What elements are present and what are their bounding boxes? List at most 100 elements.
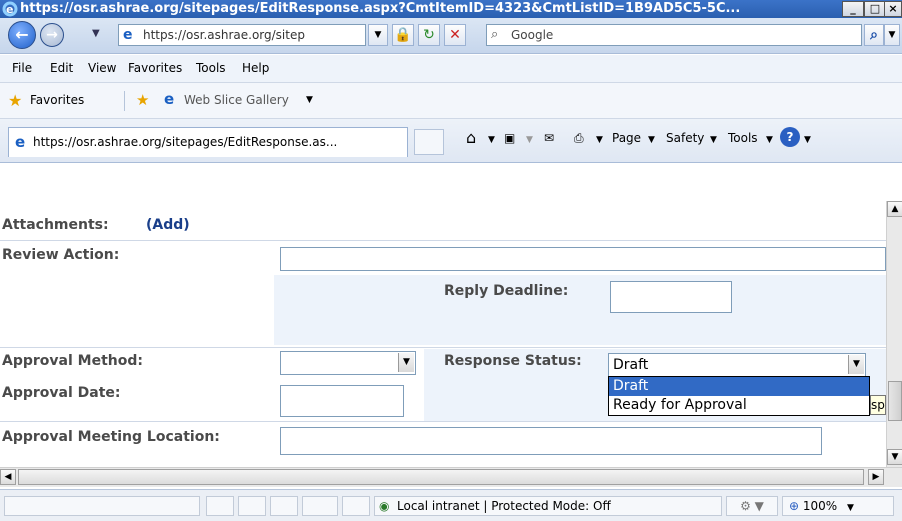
menu-favorites[interactable]: Favorites	[128, 61, 182, 75]
close-button[interactable]: ×	[884, 1, 902, 17]
page-icon: e	[123, 27, 133, 43]
tab-page-icon: e	[15, 133, 26, 151]
url-field[interactable]: e https://osr.ashrae.org/sitep	[118, 24, 366, 46]
minimize-button[interactable]: _	[842, 1, 864, 17]
search-input[interactable]: ⌕ Google	[486, 24, 862, 46]
status-cell	[4, 496, 200, 516]
menu-bar: File Edit View Favorites Tools Help	[0, 55, 902, 83]
page-menu[interactable]: Page	[612, 131, 641, 145]
status-cell	[238, 496, 266, 516]
horizontal-scrollbar[interactable]: ◀ ▶	[0, 467, 902, 487]
title-bar: e https://osr.ashrae.org/sitepages/EditR…	[0, 0, 902, 18]
home-icon[interactable]: ⌂	[466, 128, 476, 147]
add-attachment-link[interactable]: (Add)	[146, 217, 190, 233]
search-options-icon[interactable]: ▼	[884, 24, 900, 46]
web-slice-dropdown-icon[interactable]: ▼	[306, 95, 313, 105]
status-cell	[206, 496, 234, 516]
page-content: Attachments: (Add) Review Action: Reply …	[0, 163, 886, 467]
scroll-up-icon[interactable]: ▲	[887, 201, 902, 217]
option-draft[interactable]: Draft	[609, 377, 869, 396]
tools-dropdown-icon: ▼	[766, 135, 773, 145]
safety-dropdown-icon: ▼	[710, 135, 717, 145]
lock-icon[interactable]: 🔒	[392, 24, 414, 46]
security-zone[interactable]: ◉ Local intranet | Protected Mode: Off	[374, 496, 722, 516]
status-cell	[270, 496, 298, 516]
menu-tools[interactable]: Tools	[196, 61, 226, 75]
favorites-bar: ★ Favorites ★ e Web Slice Gallery ▼	[0, 83, 902, 119]
scroll-left-icon[interactable]: ◀	[0, 469, 16, 485]
intranet-icon: ◉	[379, 499, 390, 513]
reply-deadline-input[interactable]	[610, 281, 732, 313]
approval-meeting-location-label: Approval Meeting Location:	[2, 429, 220, 445]
help-icon[interactable]: ?	[780, 127, 800, 147]
approval-date-label: Approval Date:	[2, 385, 121, 401]
review-action-input[interactable]	[280, 247, 886, 271]
tools-menu[interactable]: Tools	[728, 131, 758, 145]
search-provider-icon: ⌕	[491, 27, 499, 42]
refresh-icon[interactable]: ↻	[418, 24, 440, 46]
scroll-down-icon[interactable]: ▼	[887, 449, 902, 465]
web-slice-gallery-link[interactable]: Web Slice Gallery	[184, 93, 289, 107]
safety-menu[interactable]: Safety	[666, 131, 704, 145]
url-dropdown-icon[interactable]: ▼	[368, 24, 388, 46]
print-icon[interactable]: ⎙	[574, 131, 584, 146]
protection-icon[interactable]: ⚙ ▼	[726, 496, 778, 516]
row-divider	[0, 240, 886, 241]
tooltip: spon	[870, 395, 886, 415]
stop-icon[interactable]: ✕	[444, 24, 466, 46]
status-bar: ◉ Local intranet | Protected Mode: Off ⚙…	[0, 489, 902, 521]
favorites-star-icon: ★	[8, 91, 23, 110]
forward-button[interactable]: →	[40, 23, 64, 47]
history-dropdown-icon[interactable]: ▼	[92, 28, 100, 39]
vertical-scroll-thumb[interactable]	[888, 381, 902, 421]
back-button[interactable]: ←	[8, 21, 36, 49]
page-dropdown-icon: ▼	[648, 135, 655, 145]
row-divider	[0, 421, 886, 422]
response-status-label: Response Status:	[444, 353, 582, 369]
help-dropdown-icon[interactable]: ▼	[804, 135, 811, 145]
deadline-section	[274, 275, 886, 345]
approval-method-label: Approval Method:	[2, 353, 143, 369]
approval-meeting-location-input[interactable]	[280, 427, 822, 455]
attachments-label: Attachments:	[2, 217, 109, 233]
approval-method-dropdown-icon[interactable]: ▼	[398, 353, 414, 372]
search-icon[interactable]: ⌕	[864, 24, 884, 46]
zoom-dropdown-icon[interactable]: ▼	[847, 503, 854, 513]
command-bar: e https://osr.ashrae.org/sitepages/EditR…	[0, 119, 902, 163]
option-ready-for-approval[interactable]: Ready for Approval	[609, 396, 869, 415]
new-tab-button[interactable]	[414, 129, 444, 155]
maximize-button[interactable]: □	[864, 1, 886, 17]
web-slice-icon: e	[164, 90, 175, 108]
tab-current[interactable]: e https://osr.ashrae.org/sitepages/EditR…	[8, 127, 408, 157]
menu-edit[interactable]: Edit	[50, 61, 73, 75]
scroll-right-icon[interactable]: ▶	[868, 469, 884, 485]
horizontal-scroll-thumb[interactable]	[18, 469, 864, 485]
favorites-button[interactable]: Favorites	[30, 93, 84, 107]
address-bar: ← → ▼ e https://osr.ashrae.org/sitep ▼ 🔒…	[0, 18, 902, 54]
home-dropdown-icon[interactable]: ▼	[488, 135, 495, 145]
print-dropdown-icon[interactable]: ▼	[596, 135, 603, 145]
window-title: https://osr.ashrae.org/sitepages/EditRes…	[20, 1, 741, 16]
ie-logo-icon: e	[2, 1, 18, 17]
response-status-dropdown-icon[interactable]: ▼	[848, 355, 864, 374]
approval-method-select[interactable]: ▼	[280, 351, 416, 375]
feeds-icon[interactable]: ▣	[504, 131, 515, 145]
reply-deadline-label: Reply Deadline:	[444, 283, 569, 299]
menu-help[interactable]: Help	[242, 61, 269, 75]
zoom-control[interactable]: ⊕ 100% ▼	[782, 496, 894, 516]
mail-icon[interactable]: ✉	[544, 131, 554, 145]
row-divider	[0, 347, 886, 348]
vertical-scrollbar[interactable]: ▲ ▼	[886, 201, 902, 467]
zoom-icon: ⊕	[789, 499, 800, 513]
status-cell	[302, 496, 338, 516]
status-cell	[342, 496, 370, 516]
menu-view[interactable]: View	[88, 61, 116, 75]
favorites-divider	[124, 91, 125, 111]
feeds-dropdown-icon[interactable]: ▼	[526, 135, 533, 145]
menu-file[interactable]: File	[12, 61, 32, 75]
review-action-label: Review Action:	[2, 247, 120, 263]
response-status-select[interactable]: Draft ▼	[608, 353, 866, 377]
add-favorite-icon[interactable]: ★	[136, 91, 149, 109]
svg-text:e: e	[6, 3, 13, 16]
approval-date-input[interactable]	[280, 385, 404, 417]
